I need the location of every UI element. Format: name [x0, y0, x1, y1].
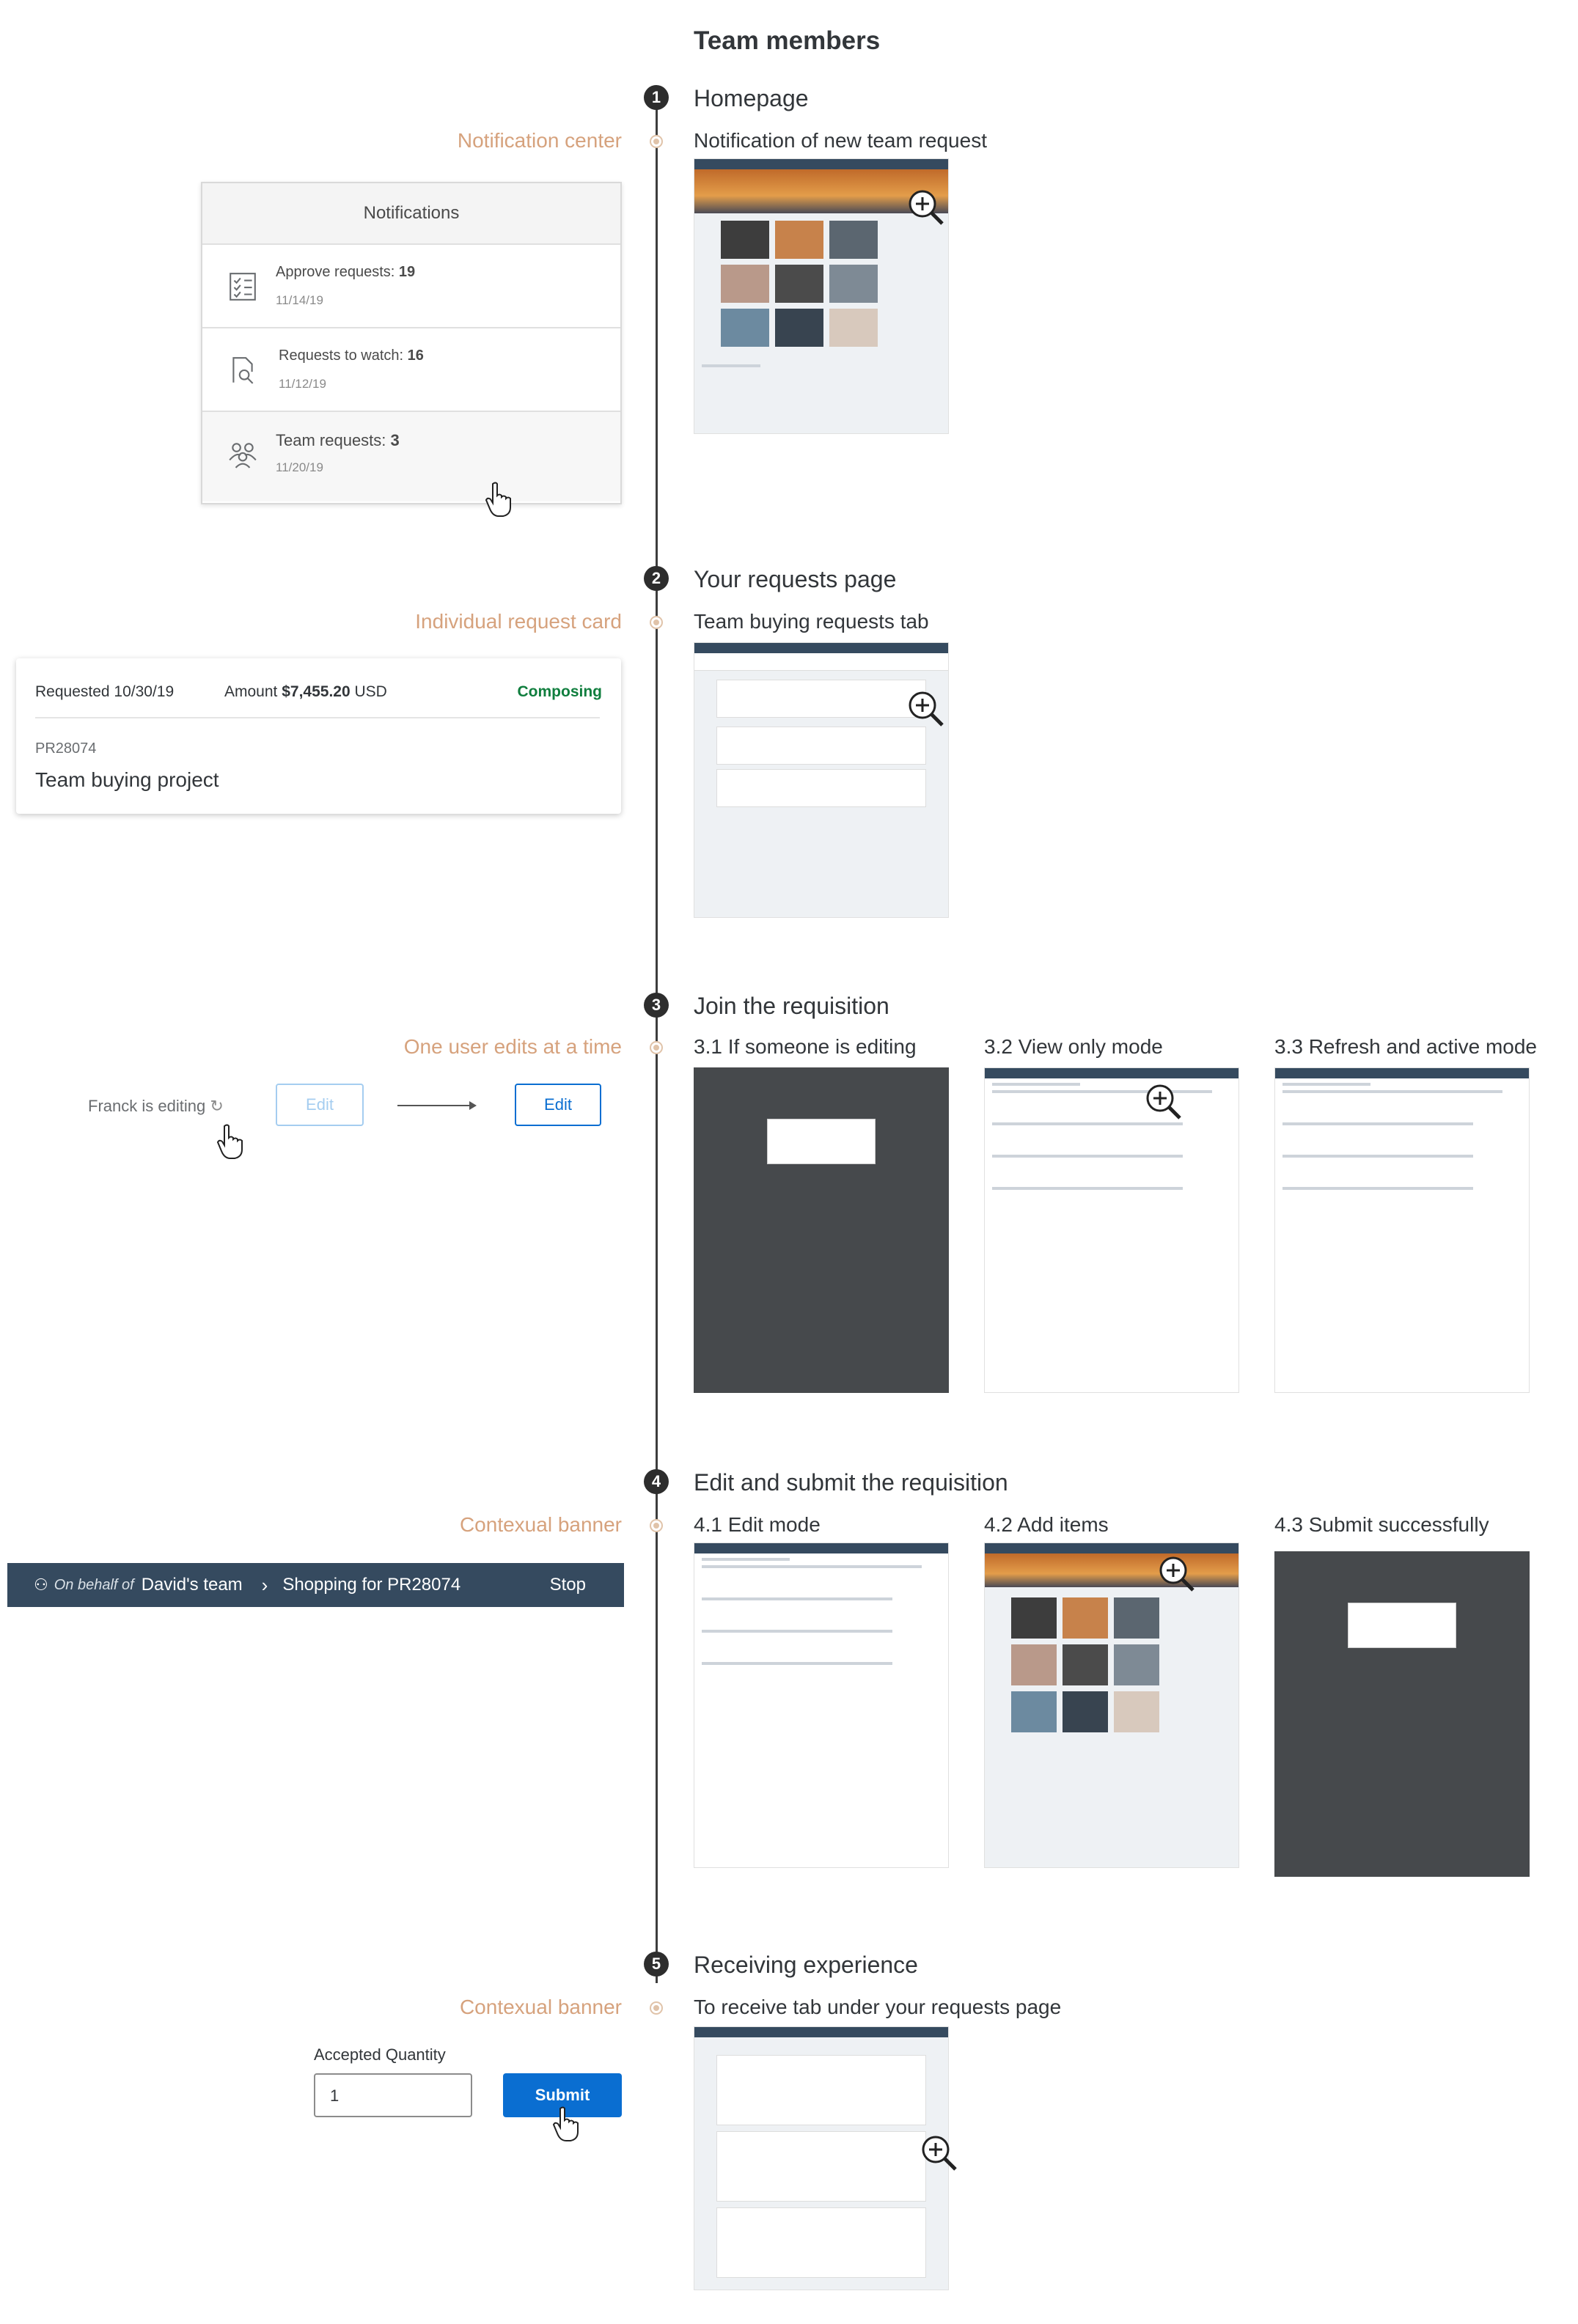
step-2-number: 2	[644, 566, 669, 591]
notification-count: 19	[398, 264, 416, 280]
step-1-number: 1	[644, 85, 669, 110]
team-icon	[229, 443, 257, 468]
step-4-2-label: 4.2 Add items	[984, 1513, 1109, 1536]
step-3-number: 3	[644, 993, 669, 1018]
chevron-right-icon: ›	[261, 1573, 268, 1596]
step-3-2-label: 3.2 View only mode	[984, 1035, 1163, 1058]
notification-label: Requests to watch:	[279, 348, 408, 364]
requests-page-screenshot-thumbnail[interactable]	[694, 642, 949, 918]
refresh-active-screenshot-thumbnail[interactable]	[1274, 1067, 1530, 1393]
page-title: Team members	[694, 26, 881, 55]
hand-cursor-icon	[552, 2106, 579, 2141]
step-4-left-label: Contexual banner	[459, 1513, 622, 1536]
hand-cursor-icon	[485, 482, 511, 517]
step-1-left-label: Notification center	[457, 129, 622, 152]
request-id: PR28074	[35, 740, 97, 757]
step-4-3-label: 4.3 Submit successfully	[1274, 1513, 1489, 1536]
step-3-heading: Join the requisition	[694, 993, 889, 1019]
step-5-heading: Receiving experience	[694, 1952, 918, 1978]
step-3-left-label: One user edits at a time	[403, 1035, 622, 1058]
step-1-subheading: Notification of new team request	[694, 129, 987, 152]
step-2-heading: Your requests page	[694, 566, 897, 592]
editing-text: Franck is editing	[88, 1097, 206, 1115]
edit-mode-screenshot-thumbnail[interactable]	[694, 1542, 949, 1868]
step-5-left-label: Contexual banner	[459, 1996, 622, 2018]
shopping-for: Shopping for PR28074	[282, 1575, 461, 1595]
accepted-quantity-label: Accepted Quantity	[314, 2045, 446, 2064]
step-4-1-label: 4.1 Edit mode	[694, 1513, 821, 1536]
step-3-tick	[651, 1043, 661, 1053]
step-3-1-label: 3.1 If someone is editing	[694, 1035, 917, 1058]
on-behalf-label: On behalf of	[54, 1576, 134, 1593]
notification-item-approve[interactable]: Approve requests: 19 11/14/19	[202, 245, 620, 328]
amount-value: $7,455.20	[282, 683, 351, 700]
hand-cursor-icon	[216, 1124, 243, 1159]
accepted-quantity-input[interactable]: 1	[314, 2073, 472, 2117]
step-2-tick	[651, 617, 661, 628]
amount-label: Amount	[224, 683, 282, 700]
step-1-heading: Homepage	[694, 85, 809, 111]
zoom-in-icon[interactable]	[906, 689, 946, 729]
notification-label: Team requests:	[276, 431, 391, 449]
step-4-heading: Edit and submit the requisition	[694, 1469, 1008, 1496]
team-name: David's team	[141, 1575, 243, 1595]
notification-popover: Notifications Approve requests: 19 11/14…	[201, 182, 622, 504]
view-only-screenshot-thumbnail[interactable]	[984, 1067, 1239, 1393]
notification-item-team[interactable]: Team requests: 3 11/20/19	[202, 412, 620, 501]
step-5-number: 5	[644, 1952, 669, 1976]
notification-date: 11/14/19	[276, 293, 323, 307]
step-4-tick	[651, 1520, 661, 1531]
document-search-icon	[232, 357, 254, 384]
stop-button[interactable]: Stop	[550, 1575, 586, 1595]
step-5-subheading: To receive tab under your requests page	[694, 1996, 1062, 2018]
notification-count: 16	[407, 348, 424, 364]
notification-label: Approve requests:	[276, 264, 399, 280]
timeline-line	[656, 95, 658, 1983]
checklist-icon	[230, 273, 256, 301]
step-5-tick	[651, 2003, 661, 2013]
zoom-in-icon[interactable]	[906, 188, 946, 227]
team-icon: ⚇	[34, 1575, 48, 1594]
someone-editing-screenshot-thumbnail[interactable]	[694, 1067, 949, 1393]
step-4-number: 4	[644, 1469, 669, 1494]
editing-status: Franck is editing ↻	[88, 1097, 224, 1116]
status-badge: Composing	[517, 683, 603, 700]
request-name: Team buying project	[35, 768, 219, 791]
notification-header: Notifications	[202, 183, 620, 245]
zoom-in-icon[interactable]	[920, 2133, 959, 2173]
zoom-in-icon[interactable]	[1144, 1082, 1184, 1122]
refresh-icon[interactable]: ↻	[210, 1097, 223, 1115]
step-1-tick	[651, 136, 661, 147]
receiving-screenshot-thumbnail[interactable]	[694, 2026, 949, 2290]
contextual-banner: ⚇ On behalf of David's team › Shopping f…	[7, 1563, 624, 1607]
step-2-subheading: Team buying requests tab	[694, 610, 929, 633]
notification-item-watch[interactable]: Requests to watch: 16 11/12/19	[202, 328, 620, 412]
submit-success-screenshot-thumbnail[interactable]	[1274, 1551, 1530, 1877]
edit-button-active[interactable]: Edit	[515, 1084, 601, 1126]
notification-date: 11/20/19	[276, 460, 323, 474]
notification-date: 11/12/19	[279, 377, 326, 391]
request-card[interactable]: Requested 10/30/19 Amount $7,455.20 USD …	[16, 658, 621, 814]
requested-date: Requested 10/30/19	[35, 683, 175, 700]
step-2-left-label: Individual request card	[415, 610, 622, 633]
add-items-screenshot-thumbnail[interactable]	[984, 1542, 1239, 1868]
request-amount: Amount $7,455.20 USD	[224, 683, 387, 701]
arrow-right-icon	[397, 1101, 477, 1110]
edit-button-disabled[interactable]: Edit	[276, 1084, 364, 1126]
zoom-in-icon[interactable]	[1157, 1554, 1197, 1594]
amount-currency: USD	[350, 683, 387, 700]
notification-count: 3	[390, 431, 400, 449]
step-3-3-label: 3.3 Refresh and active mode	[1274, 1035, 1537, 1058]
card-divider	[35, 717, 600, 718]
